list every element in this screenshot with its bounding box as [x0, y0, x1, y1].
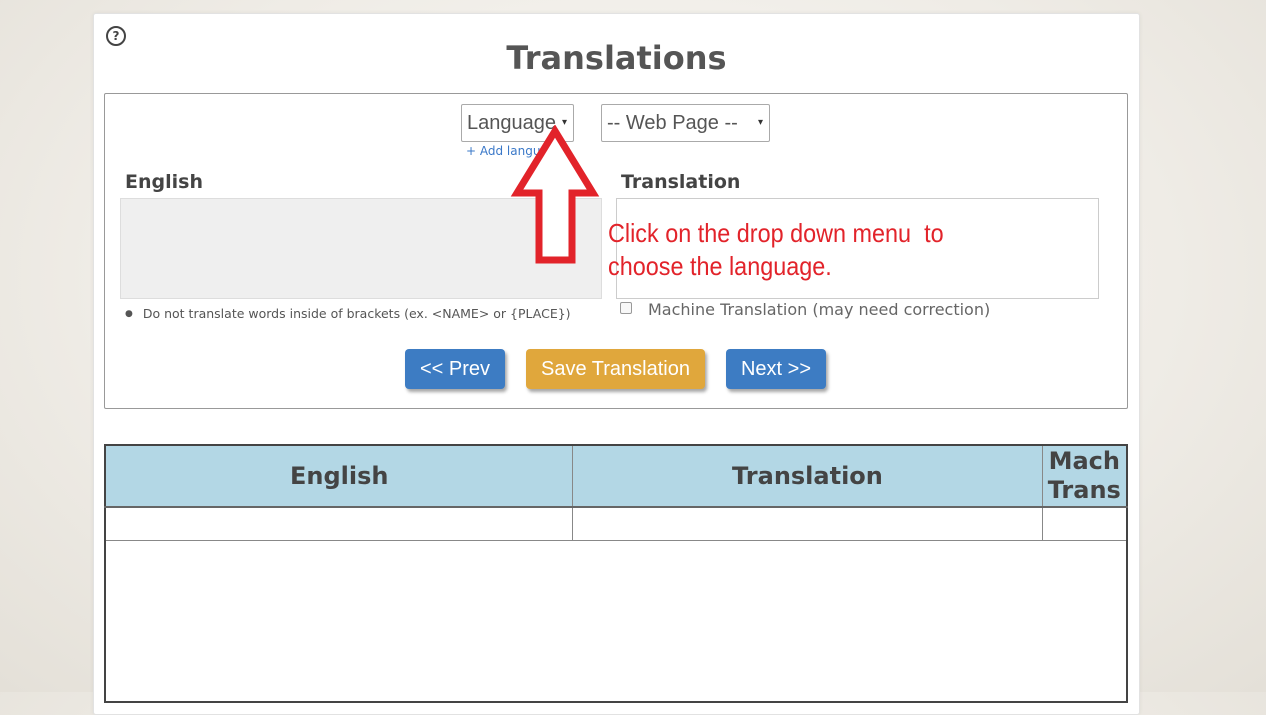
machine-translation-column-header[interactable]: Mach Trans	[1041, 445, 1127, 508]
translation-column-header[interactable]: Translation	[572, 445, 1043, 508]
prev-button[interactable]: << Prev	[405, 349, 505, 389]
up-arrow-icon	[510, 125, 600, 264]
table-row[interactable]	[104, 506, 1128, 541]
table-cell-translation	[572, 506, 1043, 541]
webpage-select[interactable]: -- Web Page -- ▾	[601, 104, 770, 142]
machine-translation-row: Machine Translation (may need correction…	[620, 300, 990, 319]
chevron-down-icon: ▾	[757, 117, 763, 128]
mach-header-line1: Mach	[1048, 447, 1120, 475]
mach-header-line2: Trans	[1047, 476, 1121, 504]
annotation-line2: choose the language.	[608, 251, 832, 281]
annotation-callout: Click on the drop down menu to choose th…	[608, 217, 986, 283]
next-button[interactable]: Next >>	[726, 349, 826, 389]
translations-table: English Translation Mach Trans	[104, 444, 1128, 703]
page-title: Translations	[506, 39, 727, 77]
translation-label: Translation	[621, 171, 741, 193]
table-header-row: English Translation Mach Trans	[104, 445, 1127, 508]
translations-panel: ? Translations Language ▾ -- Web Page --…	[93, 13, 1140, 715]
bracket-note-text: Do not translate words inside of bracket…	[142, 306, 571, 321]
save-translation-button[interactable]: Save Translation	[526, 349, 705, 389]
table-empty-area	[105, 541, 1127, 703]
bullet-icon: ●	[125, 309, 133, 319]
bracket-note: ● Do not translate words inside of bracke…	[125, 306, 571, 321]
annotation-line1: Click on the drop down menu to	[608, 218, 944, 248]
table-cell-mach	[1041, 506, 1128, 541]
table-cell-english	[104, 506, 574, 541]
english-label: English	[125, 171, 203, 193]
webpage-select-value: -- Web Page --	[607, 112, 738, 134]
machine-translation-label: Machine Translation (may need correction…	[648, 300, 991, 319]
machine-translation-checkbox[interactable]	[620, 302, 632, 314]
english-column-header[interactable]: English	[104, 445, 573, 508]
